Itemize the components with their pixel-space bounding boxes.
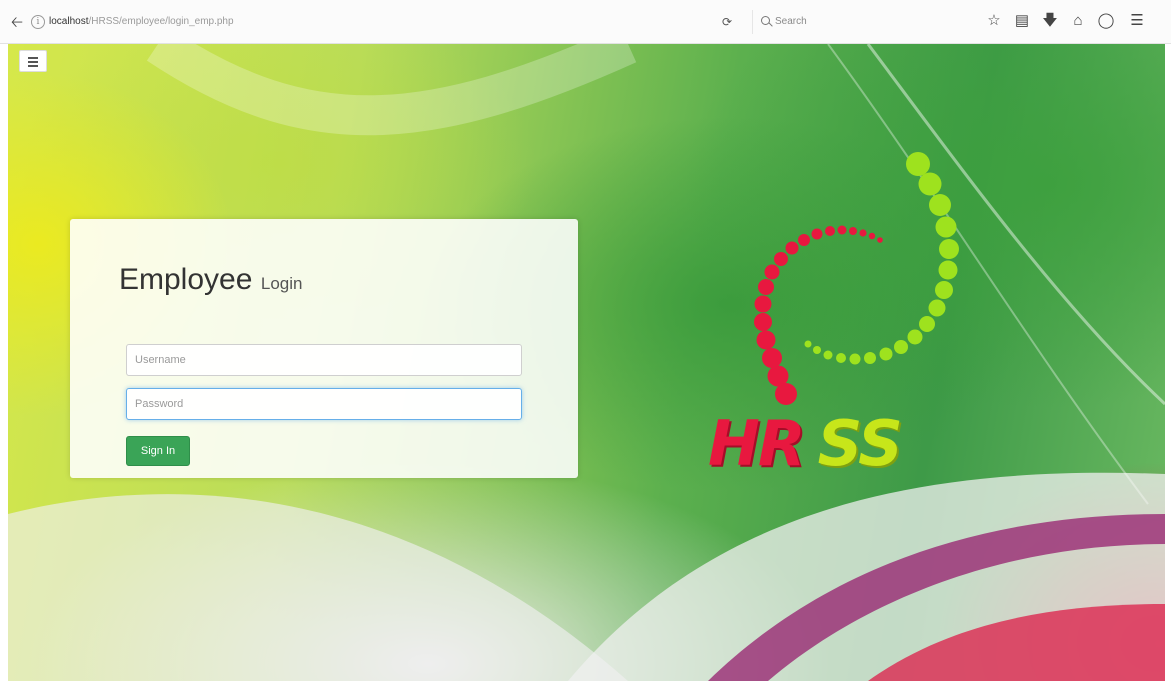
- url-path: /HRSS/employee/login_emp.php: [88, 16, 234, 27]
- pocket-icon[interactable]: ◯: [1097, 12, 1115, 30]
- home-icon[interactable]: ⌂: [1069, 12, 1087, 30]
- logo-text-hr: HR: [708, 407, 806, 480]
- sidebar-toggle-button[interactable]: [19, 50, 47, 72]
- reload-icon[interactable]: ⟳: [722, 13, 732, 31]
- search-icon: [761, 16, 770, 25]
- address-bar[interactable]: localhost/HRSS/employee/login_emp.php: [49, 13, 234, 31]
- url-host: localhost: [49, 16, 89, 27]
- search-placeholder: Search: [775, 16, 807, 27]
- login-title: Employee: [119, 263, 253, 296]
- browser-toolbar: 🡠 i localhost/HRSS/employee/login_emp.ph…: [0, 0, 1171, 44]
- hrss-logo: HR SS: [708, 144, 988, 484]
- clipboard-icon[interactable]: ▤: [1013, 12, 1031, 30]
- login-panel: Employee Login Sign In: [70, 219, 578, 478]
- hamburger-menu-icon[interactable]: ☰: [1128, 12, 1146, 30]
- logo-wordmark: HR SS: [708, 407, 903, 480]
- sign-in-button[interactable]: Sign In: [126, 436, 190, 466]
- logo-text-ss: SS: [817, 407, 903, 480]
- logo-dots-graphic: [754, 152, 959, 405]
- download-icon[interactable]: 🡇: [1041, 12, 1059, 30]
- login-subtitle: Login: [260, 274, 303, 293]
- username-input[interactable]: [126, 344, 522, 376]
- browser-search-box[interactable]: Search: [752, 10, 964, 34]
- back-arrow-icon[interactable]: 🡠: [8, 14, 26, 32]
- login-heading: Employee Login: [119, 263, 302, 297]
- bookmark-star-icon[interactable]: ☆: [985, 12, 1003, 30]
- page-background: Employee Login Sign In: [8, 44, 1165, 681]
- password-input[interactable]: [126, 388, 522, 420]
- info-icon[interactable]: i: [31, 15, 45, 29]
